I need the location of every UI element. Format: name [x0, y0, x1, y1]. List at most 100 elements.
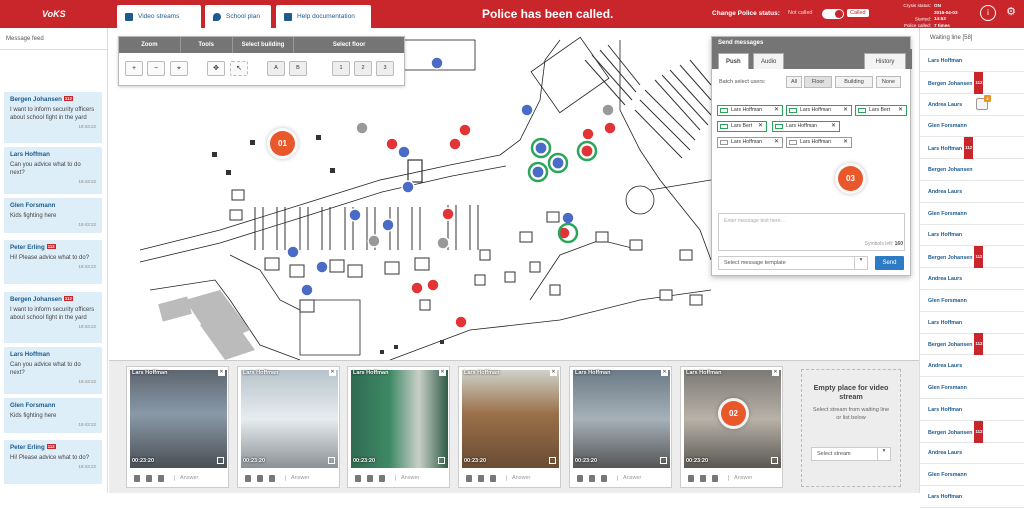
waiting-line-item[interactable]: Bergen Johansen 112	[920, 246, 1024, 269]
message-item[interactable]: Bergen Johansen 112 I want to inform secur…	[4, 92, 102, 143]
recipient-chip[interactable]: Lars Hoffman ✕	[772, 121, 840, 132]
tab-help-documentation[interactable]: Help documentation	[276, 5, 371, 28]
waiting-line-item[interactable]: Lars Hoffman	[920, 399, 1024, 421]
answer-button[interactable]: Answer	[728, 475, 752, 481]
location-icon[interactable]	[134, 474, 140, 482]
video-frame[interactable]	[573, 370, 670, 468]
answer-button[interactable]: Answer	[285, 475, 309, 481]
police-status-toggle[interactable]	[822, 9, 844, 19]
waiting-line-item[interactable]: Andrea Laurs	[920, 181, 1024, 203]
mute-icon[interactable]	[589, 474, 595, 482]
select-tool-icon[interactable]: ↖	[230, 61, 248, 76]
recipient-chip[interactable]: Lars Hoffman ✕	[786, 105, 852, 116]
batch-all-button[interactable]: All	[786, 76, 802, 88]
batch-floor-button[interactable]: Floor	[804, 76, 832, 88]
waiting-line-item[interactable]: Glen Forsmann	[920, 115, 1024, 138]
fullscreen-icon[interactable]	[438, 457, 445, 464]
answer-button[interactable]: Answer	[395, 475, 419, 481]
waiting-line-item[interactable]: Andrea Laurs	[920, 355, 1024, 378]
message-item[interactable]: Peter Erling 112 Hi! Please advice what to…	[4, 440, 102, 484]
close-icon[interactable]: ✕	[550, 369, 557, 376]
answer-button[interactable]: Answer	[506, 475, 530, 481]
zoom-out-button[interactable]: −	[147, 61, 165, 76]
mute-icon[interactable]	[700, 474, 706, 482]
message-item[interactable]: Glen Forsmann Kids fighting here 19:43:22	[4, 398, 102, 433]
waiting-line-item[interactable]: Lars Hoffman 112	[920, 137, 1024, 160]
video-tile[interactable]: Lars Hoffman ✕ 00:23:20 Answer	[458, 366, 561, 488]
waiting-line-item[interactable]: Glen Forsmann	[920, 203, 1024, 225]
video-tile[interactable]: Lars Hoffman ✕ 00:23:20 Answer	[569, 366, 672, 488]
floor-3-button[interactable]: 3	[376, 61, 394, 76]
info-button[interactable]: i	[980, 5, 996, 21]
send-button[interactable]: Send	[875, 256, 904, 270]
close-icon[interactable]: ✕	[661, 369, 668, 376]
answer-button[interactable]: Answer	[174, 475, 198, 481]
location-icon[interactable]	[688, 474, 694, 482]
floor-2-button[interactable]: 2	[354, 61, 372, 76]
location-icon[interactable]	[245, 474, 251, 482]
waiting-line-item[interactable]: Lars Hoffman	[920, 50, 1024, 72]
batch-none-button[interactable]: None	[876, 76, 901, 88]
video-tile[interactable]: Lars Hoffman ✕ 00:23:20 Answer	[237, 366, 340, 488]
waiting-line-item[interactable]: Glen Forsmann	[920, 377, 1024, 399]
message-item[interactable]: Lars Hoffman Can you advice what to do ne…	[4, 147, 102, 194]
location-icon[interactable]	[466, 474, 472, 482]
recipient-chip[interactable]: Lars Bert ✕	[717, 121, 767, 132]
video-tile[interactable]: Lars Hoffman ✕ 00:23:20 Answer 02	[680, 366, 783, 488]
video-tile[interactable]: Lars Hoffman ✕ 00:23:20 Answer	[347, 366, 450, 488]
waiting-line-item[interactable]: Andrea Laurs	[920, 268, 1024, 290]
floor-1-button[interactable]: 1	[332, 61, 350, 76]
location-icon[interactable]	[577, 474, 583, 482]
answer-button[interactable]: Answer	[617, 475, 641, 481]
move-tool-icon[interactable]: ✥	[207, 61, 225, 76]
waiting-line-item[interactable]: Lars Hoffman	[920, 486, 1024, 508]
video-frame[interactable]	[241, 370, 338, 468]
building-a-button[interactable]: A	[267, 61, 285, 76]
chat-icon[interactable]	[379, 474, 385, 482]
location-icon[interactable]	[355, 474, 361, 482]
building-b-button[interactable]: B	[289, 61, 307, 76]
tab-audio[interactable]: Audio	[753, 53, 785, 69]
tab-push[interactable]: Push	[718, 53, 749, 69]
waiting-line-item[interactable]: Andrea Laurs 2	[920, 94, 1024, 116]
video-frame[interactable]	[130, 370, 227, 468]
recipient-chip[interactable]: Lars Hoffman ✕	[786, 137, 852, 148]
close-icon[interactable]: ✕	[329, 369, 336, 376]
fullscreen-icon[interactable]	[217, 457, 224, 464]
waiting-line-item[interactable]: Lars Hoffman	[920, 312, 1024, 334]
waiting-line-item[interactable]: Glen Forsmann	[920, 290, 1024, 312]
recipient-chip[interactable]: Lars Hoffman ✕	[717, 137, 783, 148]
message-item[interactable]: Bergen Johansen 112 I want to inform secur…	[4, 292, 102, 343]
zoom-in-button[interactable]: +	[125, 61, 143, 76]
waiting-line-item[interactable]: Bergen Johansen 112	[920, 71, 1024, 94]
waiting-line-item[interactable]: Bergen Johansen	[920, 159, 1024, 181]
message-item[interactable]: Peter Erling 112 Hi! Please advice what to…	[4, 240, 102, 284]
request-icon[interactable]: 2	[976, 94, 991, 110]
fullscreen-icon[interactable]	[328, 457, 335, 464]
message-item[interactable]: Lars Hoffman Can you advice what to do ne…	[4, 347, 102, 394]
chat-icon[interactable]	[269, 474, 275, 482]
close-icon[interactable]: ✕	[439, 369, 446, 376]
crosshair-icon[interactable]: ⌖	[170, 61, 188, 76]
mute-icon[interactable]	[257, 474, 263, 482]
tab-school-plan[interactable]: School plan	[205, 5, 271, 28]
waiting-line-item[interactable]: Andrea Laurs	[920, 442, 1024, 465]
mute-icon[interactable]	[478, 474, 484, 482]
waiting-line-item[interactable]: Glen Forsmann	[920, 464, 1024, 487]
fullscreen-icon[interactable]	[771, 457, 778, 464]
close-icon[interactable]: ✕	[218, 369, 225, 376]
tab-history[interactable]: History	[864, 53, 906, 69]
close-icon[interactable]: ✕	[772, 369, 779, 376]
video-tile[interactable]: Lars Hoffman ✕ 00:23:20 Answer	[126, 366, 229, 488]
mute-icon[interactable]	[367, 474, 373, 482]
chat-icon[interactable]	[158, 474, 164, 482]
batch-building-button[interactable]: Building	[835, 76, 873, 88]
video-frame[interactable]	[462, 370, 559, 468]
fullscreen-icon[interactable]	[660, 457, 667, 464]
settings-gear-icon[interactable]: ⚙	[1003, 5, 1019, 21]
video-frame[interactable]	[351, 370, 448, 468]
recipient-chip[interactable]: Lars Hoffman ✕	[717, 105, 783, 116]
chat-icon[interactable]	[712, 474, 718, 482]
waiting-line-item[interactable]: Bergen Johansen 112	[920, 333, 1024, 356]
waiting-line-item[interactable]: Bergen Johansen 112	[920, 420, 1024, 443]
